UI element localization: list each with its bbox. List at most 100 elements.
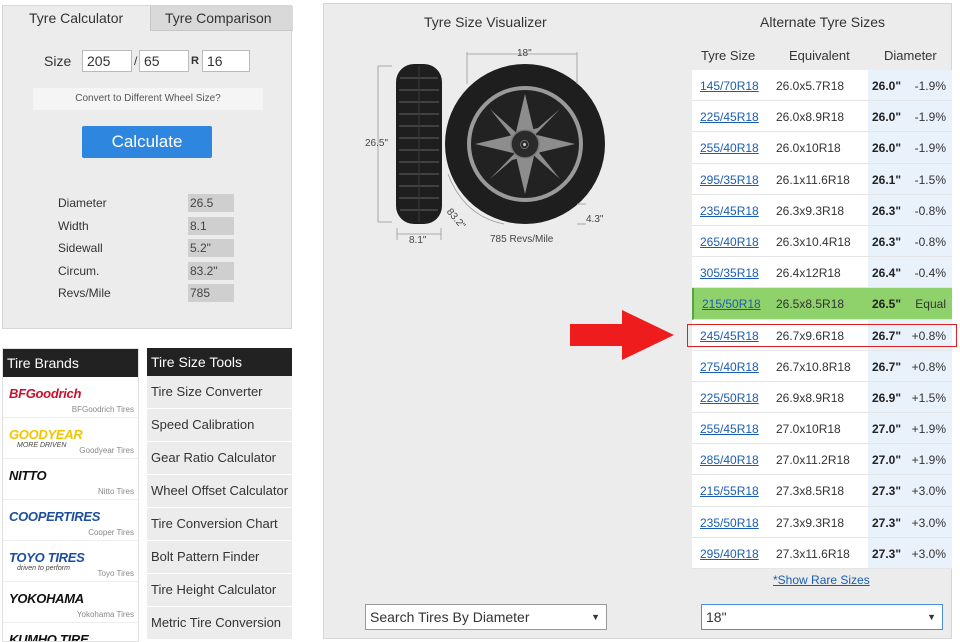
convert-wheel-size-link[interactable]: Convert to Different Wheel Size? xyxy=(33,88,263,110)
brand-link[interactable]: KUMHO TIRE xyxy=(3,623,138,642)
tab-tyre-calculator[interactable]: Tyre Calculator xyxy=(3,6,150,31)
brand-link[interactable]: BFGoodrich BFGoodrich Tires xyxy=(3,377,138,418)
tyre-size-link[interactable]: 295/40R18 xyxy=(700,547,759,561)
tyre-size-link[interactable]: 275/40R18 xyxy=(700,360,759,374)
stat-row: Width 8.1 xyxy=(58,216,238,235)
highlighted-row-outline xyxy=(687,324,957,347)
tyre-size-link[interactable]: 255/40R18 xyxy=(700,141,759,155)
tyre-size-link[interactable]: 225/50R18 xyxy=(700,391,759,405)
caret-down-icon: ▼ xyxy=(591,612,600,622)
tyre-size-link[interactable]: 235/50R18 xyxy=(700,516,759,530)
brand-name: Nitto Tires xyxy=(97,487,134,496)
brand-link[interactable]: YOKOHAMA Yokohama Tires xyxy=(3,582,138,623)
diameter-difference: +3.0% xyxy=(911,484,946,499)
table-row: 305/35R18 26.4x12R18 26.4" -0.4% xyxy=(692,257,952,289)
diameter-value: 26.1" xyxy=(872,172,902,187)
diameter-cell: 26.1" -1.5% xyxy=(868,163,952,195)
equivalent-value: 26.0x8.9R18 xyxy=(776,110,845,125)
diameter-cell: 26.0" -1.9% xyxy=(868,70,952,102)
equivalent-value: 26.0x10R18 xyxy=(776,141,841,156)
diameter-cell: 26.0" -1.9% xyxy=(868,132,952,164)
stat-label: Circum. xyxy=(58,263,100,278)
brand-link[interactable]: TOYO TIRES driven to perform Toyo Tires xyxy=(3,541,138,582)
tyre-size-link[interactable]: 215/50R18 xyxy=(702,297,761,311)
stat-label: Revs/Mile xyxy=(58,286,111,300)
show-rare-sizes-link[interactable]: *Show Rare Sizes xyxy=(773,573,870,587)
diameter-value: 26.0" xyxy=(872,79,902,93)
tool-link[interactable]: Tire Conversion Chart xyxy=(147,508,292,541)
brand-link[interactable]: NITTO Nitto Tires xyxy=(3,459,138,500)
equivalent-value: 26.0x5.7R18 xyxy=(776,79,845,93)
diameter-value: 26.0" xyxy=(872,141,902,156)
diameter-difference: Equal xyxy=(915,297,946,312)
width-input[interactable] xyxy=(82,50,132,72)
tool-link[interactable]: Speed Calibration xyxy=(147,409,292,442)
diameter-value: 26.5" xyxy=(872,297,902,312)
rim-input[interactable] xyxy=(202,50,250,72)
diameter-cell: 26.5" Equal xyxy=(868,288,952,320)
stat-row: Sidewall 5.2" xyxy=(58,239,238,257)
diameter-value: 27.0" xyxy=(872,453,902,468)
tab-tyre-comparison[interactable]: Tyre Comparison xyxy=(150,6,293,31)
stat-value: 5.2" xyxy=(188,239,234,257)
equivalent-value: 26.9x8.9R18 xyxy=(776,390,845,405)
tyre-size-link[interactable]: 285/40R18 xyxy=(700,453,759,467)
brand-tagline: driven to perform xyxy=(17,565,70,572)
brand-logo: NITTO xyxy=(9,468,47,483)
tool-link[interactable]: Gear Ratio Calculator xyxy=(147,442,292,475)
tyre-size-cell: 215/50R18 xyxy=(692,288,768,320)
stat-row: Revs/Mile 785 xyxy=(58,284,238,302)
stat-row: Circum. 83.2" xyxy=(58,261,238,280)
tyre-size-cell: 145/70R18 xyxy=(692,70,768,102)
equivalent-value: 27.3x8.5R18 xyxy=(776,484,845,499)
equivalent-cell: 26.0x5.7R18 xyxy=(768,70,868,102)
diameter-difference: -1.9% xyxy=(914,110,946,125)
equivalent-cell: 27.3x9.3R18 xyxy=(768,506,868,538)
tyre-size-link[interactable]: 295/35R18 xyxy=(700,173,759,187)
calculate-button[interactable]: Calculate xyxy=(82,126,212,158)
table-row: 275/40R18 26.7x10.8R18 26.7" +0.8% xyxy=(692,350,952,382)
tyre-size-link[interactable]: 225/45R18 xyxy=(700,110,759,124)
tyre-size-link[interactable]: 255/45R18 xyxy=(700,422,759,436)
tool-link[interactable]: Tire Height Calculator xyxy=(147,574,292,607)
size-label: Size xyxy=(44,53,72,69)
tyre-size-link[interactable]: 235/45R18 xyxy=(700,204,759,218)
tool-link[interactable]: Bolt Pattern Finder xyxy=(147,541,292,574)
table-row: 255/40R18 26.0x10R18 26.0" -1.9% xyxy=(692,132,952,164)
diameter-value: 26.7" xyxy=(872,359,902,374)
rim-select-value: 18" xyxy=(706,609,727,625)
tyre-size-link[interactable]: 215/55R18 xyxy=(700,484,759,498)
tire-brands-title: Tire Brands xyxy=(3,349,138,377)
diameter-cell: 26.9" +1.5% xyxy=(868,381,952,414)
tire-size-tools-title: Tire Size Tools xyxy=(147,348,292,376)
equivalent-value: 26.3x10.4R18 xyxy=(776,234,851,249)
tool-link[interactable]: Wheel Offset Calculator xyxy=(147,475,292,508)
diameter-search-select[interactable]: Search Tires By Diameter ▼ xyxy=(365,604,607,630)
diameter-cell: 27.0" +1.9% xyxy=(868,413,952,445)
brand-name: BFGoodrich Tires xyxy=(71,405,134,414)
diameter-value: 26.3" xyxy=(872,203,902,218)
tyre-size-cell: 295/40R18 xyxy=(692,537,768,569)
alternate-sizes-title: Alternate Tyre Sizes xyxy=(760,14,886,30)
tyre-size-cell: 225/45R18 xyxy=(692,101,768,133)
brand-name: Yokohama Tires xyxy=(76,610,134,619)
brand-logo: KUMHO TIRE xyxy=(9,632,89,642)
diameter-difference: -1.5% xyxy=(914,172,946,187)
diameter-select-value: Search Tires By Diameter xyxy=(370,609,530,625)
diameter-difference: +0.8% xyxy=(911,359,946,374)
equivalent-value: 27.0x11.2R18 xyxy=(776,453,850,468)
aspect-input[interactable] xyxy=(139,50,189,72)
brand-link[interactable]: GOODYEAR MORE DRIVEN Goodyear Tires xyxy=(3,418,138,459)
diameter-difference: -1.9% xyxy=(914,141,946,156)
tyre-size-cell: 235/50R18 xyxy=(692,506,768,538)
diameter-cell: 26.0" -1.9% xyxy=(868,101,952,133)
tool-link[interactable]: Metric Tire Conversion xyxy=(147,607,292,640)
brand-link[interactable]: COOPERTIRES Cooper Tires xyxy=(3,500,138,541)
tyre-size-link[interactable]: 305/35R18 xyxy=(700,266,759,280)
tyre-size-cell: 265/40R18 xyxy=(692,225,768,258)
tyre-size-link[interactable]: 145/70R18 xyxy=(700,79,759,93)
tyre-size-link[interactable]: 265/40R18 xyxy=(700,235,759,249)
rim-size-select[interactable]: 18" ▼ xyxy=(701,604,943,630)
tool-link[interactable]: Tire Size Converter xyxy=(147,376,292,409)
diameter-value: 26.9" xyxy=(872,390,902,405)
